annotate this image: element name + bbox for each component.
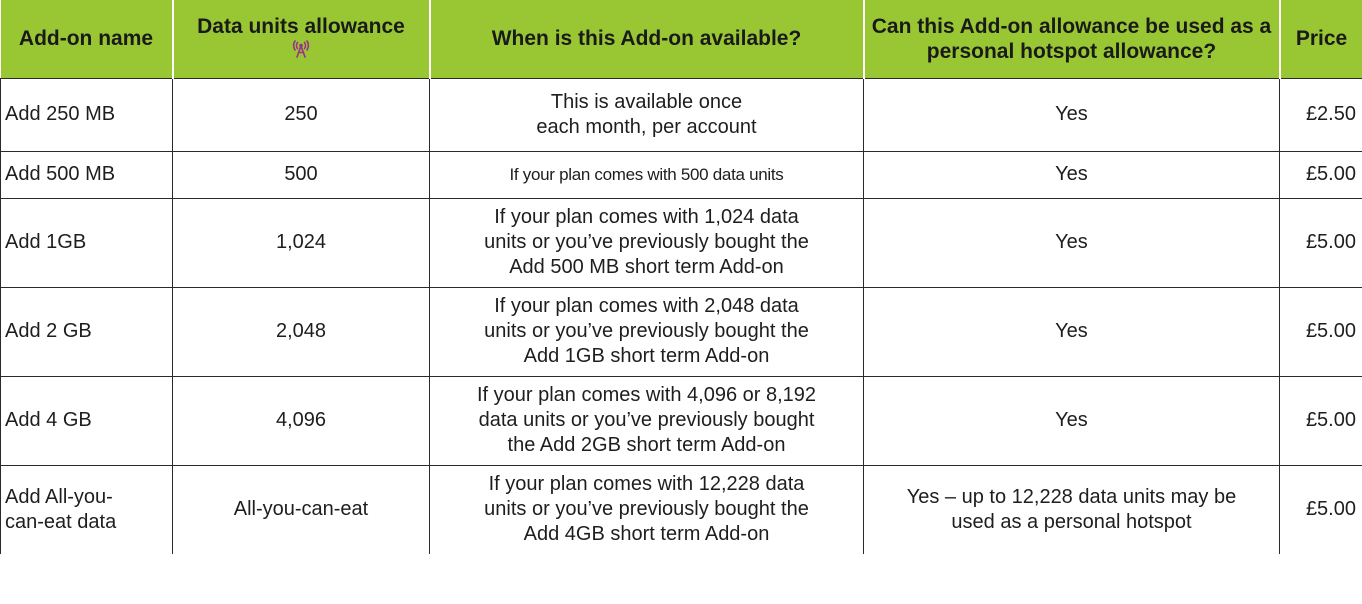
- header-data-units-label: Data units allowance: [197, 14, 405, 38]
- price-cell: £5.00: [1279, 150, 1362, 199]
- hotspot-cell: Yes: [863, 197, 1280, 288]
- table-row: Add All-you- can-eat data All-you-can-ea…: [0, 464, 1362, 554]
- table-row: Add 1GB 1,024 If your plan comes with 1,…: [0, 197, 1362, 288]
- data-units-cell: 4,096: [172, 375, 430, 466]
- table-row: Add 4 GB 4,096 If your plan comes with 4…: [0, 375, 1362, 466]
- hotspot-cell: Yes – up to 12,228 data units may be use…: [863, 464, 1280, 554]
- data-units-cell: 250: [172, 77, 430, 152]
- availability-cell: If your plan comes with 2,048 data units…: [429, 286, 864, 377]
- hotspot-cell: Yes: [863, 375, 1280, 466]
- hotspot-cell: Yes: [863, 77, 1280, 152]
- availability-cell: If your plan comes with 1,024 data units…: [429, 197, 864, 288]
- antenna-icon: [290, 39, 312, 58]
- hotspot-cell: Yes: [863, 150, 1280, 199]
- data-units-cell: All-you-can-eat: [172, 464, 430, 554]
- addon-name-cell: Add 500 MB: [0, 150, 173, 199]
- header-addon-name: Add-on name: [0, 0, 173, 78]
- table-row: Add 2 GB 2,048 If your plan comes with 2…: [0, 286, 1362, 377]
- hotspot-cell: Yes: [863, 286, 1280, 377]
- header-hotspot: Can this Add-on allowance be used as a p…: [862, 0, 1280, 78]
- price-cell: £5.00: [1279, 375, 1362, 466]
- addon-name-cell: Add 4 GB: [0, 375, 173, 466]
- table-row: Add 500 MB 500 If your plan comes with 5…: [0, 150, 1362, 199]
- price-cell: £5.00: [1279, 286, 1362, 377]
- availability-cell: If your plan comes with 12,228 data unit…: [429, 464, 864, 554]
- data-units-cell: 1,024: [172, 197, 430, 288]
- availability-cell: If your plan comes with 500 data units: [429, 150, 864, 199]
- data-units-cell: 500: [172, 150, 430, 199]
- price-cell: £2.50: [1279, 77, 1362, 152]
- availability-cell: This is available once each month, per a…: [429, 77, 864, 152]
- table-row: Add 250 MB 250 This is available once ea…: [0, 77, 1362, 152]
- header-data-units: Data units allowance: [171, 0, 430, 78]
- addon-name-cell: Add All-you- can-eat data: [0, 464, 173, 554]
- price-cell: £5.00: [1279, 464, 1362, 554]
- table-header-row: Add-on name Data units allowance When is…: [0, 0, 1362, 78]
- add-on-table: Add-on name Data units allowance When is…: [0, 0, 1362, 554]
- addon-name-cell: Add 2 GB: [0, 286, 173, 377]
- addon-name-cell: Add 250 MB: [0, 77, 173, 152]
- availability-cell: If your plan comes with 4,096 or 8,192 d…: [429, 375, 864, 466]
- price-cell: £5.00: [1279, 197, 1362, 288]
- data-units-cell: 2,048: [172, 286, 430, 377]
- header-availability: When is this Add-on available?: [428, 0, 864, 78]
- header-price: Price: [1278, 0, 1362, 78]
- addon-name-cell: Add 1GB: [0, 197, 173, 288]
